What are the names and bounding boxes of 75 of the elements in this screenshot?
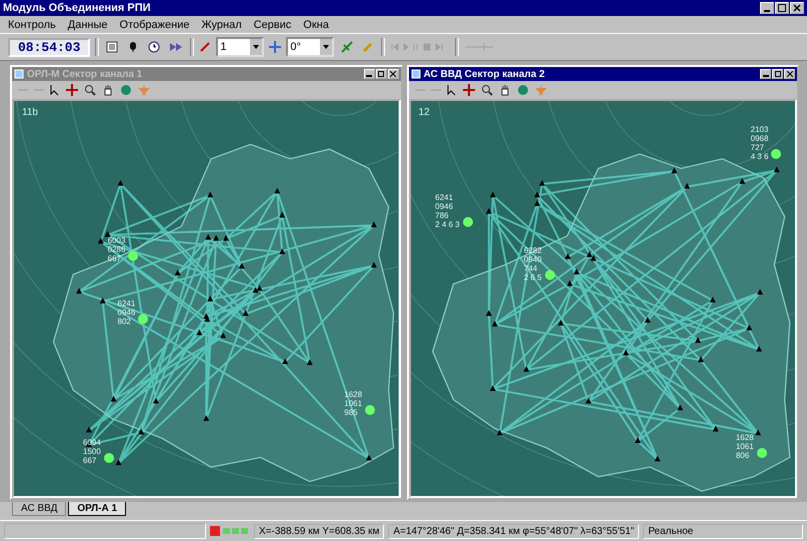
pencil-icon [362, 41, 374, 53]
aircraft-label: 1628 1061 985 [344, 390, 362, 418]
cursor-position: A=147°28'46" Д=358.341 км φ=55°48'07" λ=63°55'51" [388, 524, 640, 538]
aircraft-label: 6282 0940 744 2 6 5 [524, 246, 542, 282]
menu-item[interactable]: Данные [68, 18, 108, 30]
status-indicators-icon [210, 525, 250, 537]
move-arrows-icon [462, 84, 474, 96]
map-window-title: ОРЛ-М Сектор канала 1 [27, 68, 144, 80]
maximize-button[interactable] [376, 69, 386, 79]
aircraft-icon[interactable] [363, 403, 378, 418]
range-icon [199, 41, 212, 53]
aircraft-icon[interactable] [542, 268, 557, 282]
close-button[interactable] [784, 69, 795, 79]
aircraft-label: 6003 0286 667 [108, 236, 126, 263]
sector-label: 11b [22, 107, 38, 118]
star-icon [138, 84, 150, 96]
cursor-coordinates: X=-388.59 км Y=608.35 км [254, 524, 384, 538]
maximize-icon [778, 4, 786, 12]
aircraft-label: 2103 0968 727 4 3 6 [750, 125, 768, 162]
range-dropdown[interactable]: 1 [216, 37, 264, 57]
timer-button[interactable] [146, 39, 162, 55]
aircraft-icon[interactable] [754, 446, 769, 460]
maximize-icon [378, 71, 384, 77]
aircraft-icon[interactable] [126, 248, 140, 263]
menu-item[interactable]: Отображение [120, 18, 190, 30]
minimize-button[interactable] [760, 2, 774, 14]
zoom-button[interactable] [82, 83, 98, 97]
maximize-button[interactable] [772, 69, 783, 79]
minimize-button[interactable] [364, 69, 374, 79]
clock-display: 08:54:03 [8, 38, 90, 56]
minimize-button[interactable] [760, 69, 771, 79]
globe-icon [516, 84, 528, 96]
hand-icon [102, 84, 114, 96]
slider-icon [464, 42, 494, 52]
magnifier-icon [84, 84, 96, 96]
mode-indicator: Реальное [643, 524, 803, 538]
fast-forward-icon [169, 41, 184, 53]
aircraft-label: 6094 1500 667 [83, 438, 101, 466]
move-arrows-icon [66, 84, 78, 96]
angle-dropdown[interactable]: 0° [286, 37, 334, 57]
menu-item[interactable]: Журнал [201, 18, 242, 30]
close-button[interactable] [790, 2, 804, 14]
star-icon [534, 84, 546, 96]
globe-icon [120, 84, 132, 96]
maximize-button[interactable] [775, 2, 789, 14]
timer-icon [148, 41, 160, 53]
hand-icon [498, 84, 510, 96]
close-button[interactable] [388, 69, 398, 79]
magnifier-icon [480, 84, 492, 96]
aircraft-icon[interactable] [460, 214, 475, 229]
close-icon [793, 4, 801, 12]
aircraft-icon[interactable] [136, 312, 150, 326]
aircraft-label: 6241 0946 786 2 4 6 3 [435, 192, 460, 229]
aircraft-label: 1628 1061 806 [736, 433, 754, 460]
move-button[interactable] [64, 83, 80, 97]
menu-item[interactable]: Окна [303, 18, 329, 30]
crosshair-icon [269, 41, 282, 53]
aircraft-label: 6241 0946 802 [118, 298, 136, 326]
window-tab[interactable]: АС ВВД [12, 502, 66, 516]
map-window-title: АС ВВД Сектор канала 2 [424, 68, 546, 80]
window-icon [14, 69, 24, 79]
list-button[interactable] [104, 39, 120, 55]
close-icon [390, 71, 396, 77]
window-tab[interactable]: ОРЛ-А 1 [68, 502, 126, 516]
menu-item[interactable]: Контроль [8, 18, 56, 30]
close-icon [786, 71, 792, 77]
move-button[interactable] [460, 83, 476, 97]
aircraft-icon[interactable] [102, 451, 116, 466]
aircraft-icon[interactable] [769, 147, 784, 162]
maximize-icon [774, 71, 780, 77]
menu-item[interactable]: Сервис [254, 18, 292, 30]
window-icon [410, 69, 420, 79]
list-icon [106, 41, 118, 53]
sector-label: 12 [418, 107, 430, 118]
window-title: Модуль Объединения РПИ [3, 2, 152, 14]
